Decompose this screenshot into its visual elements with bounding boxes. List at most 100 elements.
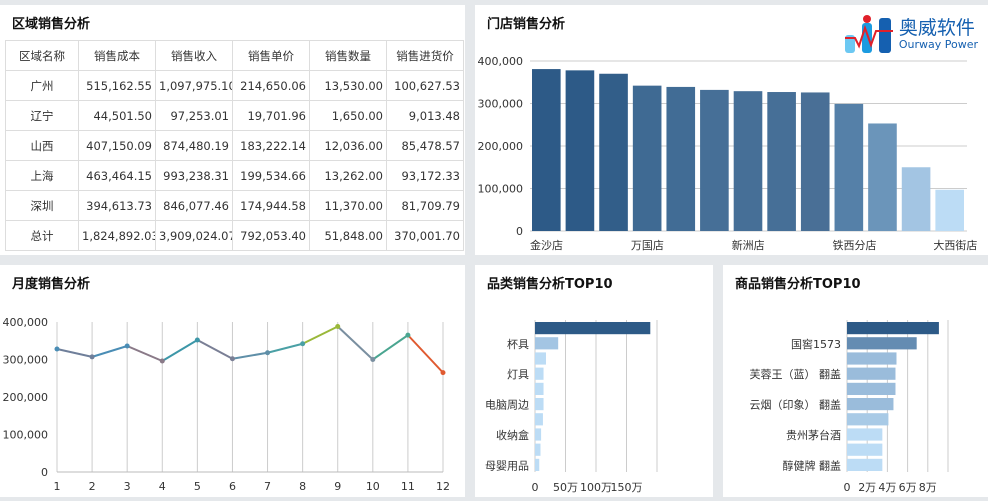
value-cell: 214,650.06 [232, 70, 310, 101]
value-cell: 13,530.00 [309, 70, 387, 101]
value-cell: 51,848.00 [309, 220, 387, 251]
x-tick-label: 50万 [553, 481, 578, 494]
value-cell: 792,053.40 [232, 220, 310, 251]
value-cell: 993,238.31 [155, 160, 233, 191]
value-cell: 1,824,892.03 [78, 220, 156, 251]
x-tick-label: 10 [366, 480, 380, 493]
bar-label: 芙蓉王（蓝） 翻盖 [750, 367, 842, 381]
x-tick-label: 2万 [858, 481, 876, 494]
data-point [405, 332, 411, 338]
table-row: 总计 1,824,892.03 3,909,024.07 792,053.40 51,8… [5, 220, 464, 251]
line-segment [91, 345, 128, 358]
bar-label: 贵州茅台酒 [786, 428, 841, 442]
store-bar-chart: 0 100,000 200,000 300,000 400,000 金沙店 万国店 新洲店 铁西… [478, 55, 978, 252]
table-row: 上海 463,464.15 993,238.31 199,534.66 13,262.0… [5, 160, 464, 191]
x-tick-label: 9 [334, 480, 341, 493]
region-name-cell: 上海 [5, 160, 79, 191]
value-cell: 199,534.66 [232, 160, 310, 191]
store-bar [632, 85, 662, 232]
store-bar [834, 103, 864, 231]
value-cell: 874,480.19 [155, 130, 233, 161]
store-bar [532, 69, 561, 231]
category-bar [535, 322, 651, 335]
data-point [300, 341, 306, 347]
line-segment [267, 342, 303, 354]
bar-label: 杯具 [507, 337, 529, 351]
category-bar [847, 398, 894, 411]
category-bar [847, 428, 883, 441]
store-bar [565, 70, 595, 231]
category-bar [847, 322, 939, 335]
bar-label: 云烟（印象） 翻盖 [750, 398, 842, 412]
data-point [440, 370, 446, 376]
line-segment [407, 334, 444, 374]
value-cell: 174,944.58 [232, 190, 310, 221]
value-cell: 463,464.15 [78, 160, 156, 191]
x-tick-label: 万国店 [631, 238, 664, 252]
category-bar [847, 337, 917, 350]
category-bar [535, 443, 541, 456]
category-bar [535, 458, 540, 471]
value-cell: 1,097,975.10 [155, 70, 233, 101]
region-title: 区域销售分析 [12, 17, 91, 32]
line-segment [126, 345, 163, 362]
data-point [265, 350, 271, 356]
x-tick-label: 金沙店 [530, 238, 563, 252]
x-tick-label: 6万 [899, 481, 917, 494]
category-panel: 品类销售分析TOP10 0 50万 100万 150万 杯具 灯具 电脑周边 收纳盒 母婴用品 [475, 265, 713, 497]
bar-label: 收纳盒 [496, 428, 529, 442]
y-tick-label: 200,000 [3, 391, 49, 404]
x-tick-label: 2 [89, 480, 96, 493]
x-tick-label: 12 [436, 480, 450, 493]
line-segment [302, 325, 339, 345]
category-bar [847, 367, 896, 380]
monthly-panel: 月度销售分析 0 100,000 200,000 300,000 400,000 1 2 3 4… [0, 265, 465, 497]
value-cell: 44,501.50 [78, 100, 156, 131]
category-bar [847, 443, 883, 456]
region-panel: 区域销售分析 区域名称 销售成本 销售收入 销售单价 销售数量 销售进货价 广州 515,1… [0, 5, 465, 255]
table-row: 山西 407,150.09 874,480.19 183,222.14 12,036.0… [5, 130, 464, 161]
store-bar [599, 73, 628, 231]
column-header: 销售单价 [232, 40, 310, 71]
data-point [370, 357, 376, 362]
data-point [124, 343, 130, 349]
y-tick-label: 300,000 [478, 98, 524, 111]
region-name-cell: 山西 [5, 130, 79, 161]
x-tick-label: 新洲店 [732, 238, 765, 252]
region-name-cell: 深圳 [5, 190, 79, 221]
value-cell: 9,013.48 [386, 100, 464, 131]
category-bar [535, 352, 546, 365]
region-name-cell: 辽宁 [5, 100, 79, 131]
bar-label: 母婴用品 [485, 459, 529, 472]
value-cell: 81,709.79 [386, 190, 464, 221]
x-tick-label: 4 [159, 480, 166, 493]
y-tick-label: 0 [41, 466, 48, 479]
bar-label: 国窖1573 [791, 337, 841, 351]
category-bar [847, 382, 896, 395]
column-header: 销售收入 [155, 40, 233, 71]
region-name-cell: 总计 [5, 220, 79, 251]
line-segment [372, 334, 409, 361]
bar-label: 醇健牌 翻盖 [783, 458, 842, 472]
x-tick-label: 4万 [878, 481, 896, 494]
column-header: 区域名称 [5, 40, 79, 71]
region-table: 区域名称 销售成本 销售收入 销售单价 销售数量 销售进货价 广州 515,162.55 1,… [5, 40, 464, 251]
line-segment [161, 339, 198, 362]
line-segment [337, 325, 374, 361]
x-tick-label: 8万 [919, 481, 937, 494]
column-header: 销售成本 [78, 40, 156, 71]
y-tick-label: 0 [516, 225, 523, 238]
value-cell: 515,162.55 [78, 70, 156, 101]
value-cell: 19,701.96 [232, 100, 310, 131]
table-header: 区域名称 销售成本 销售收入 销售单价 销售数量 销售进货价 [5, 40, 464, 71]
store-bar [700, 89, 729, 232]
category-bar [535, 367, 544, 380]
table-row: 深圳 394,613.73 846,077.46 174,944.58 11,370.0… [5, 190, 464, 221]
store-bar [935, 189, 964, 231]
line-segment [56, 348, 93, 358]
value-cell: 183,222.14 [232, 130, 310, 161]
value-cell: 394,613.73 [78, 190, 156, 221]
product-hbar-chart: 0 2万 4万 6万 8万 国窖1573 芙蓉王（蓝） 翻盖云烟（印象） 翻盖贵州茅台酒醇健… [750, 320, 949, 494]
store-panel: 门店销售分析 奥威软件 Ourway Power 0 100,000 200,000… [475, 5, 988, 255]
value-cell: 100,627.53 [386, 70, 464, 101]
